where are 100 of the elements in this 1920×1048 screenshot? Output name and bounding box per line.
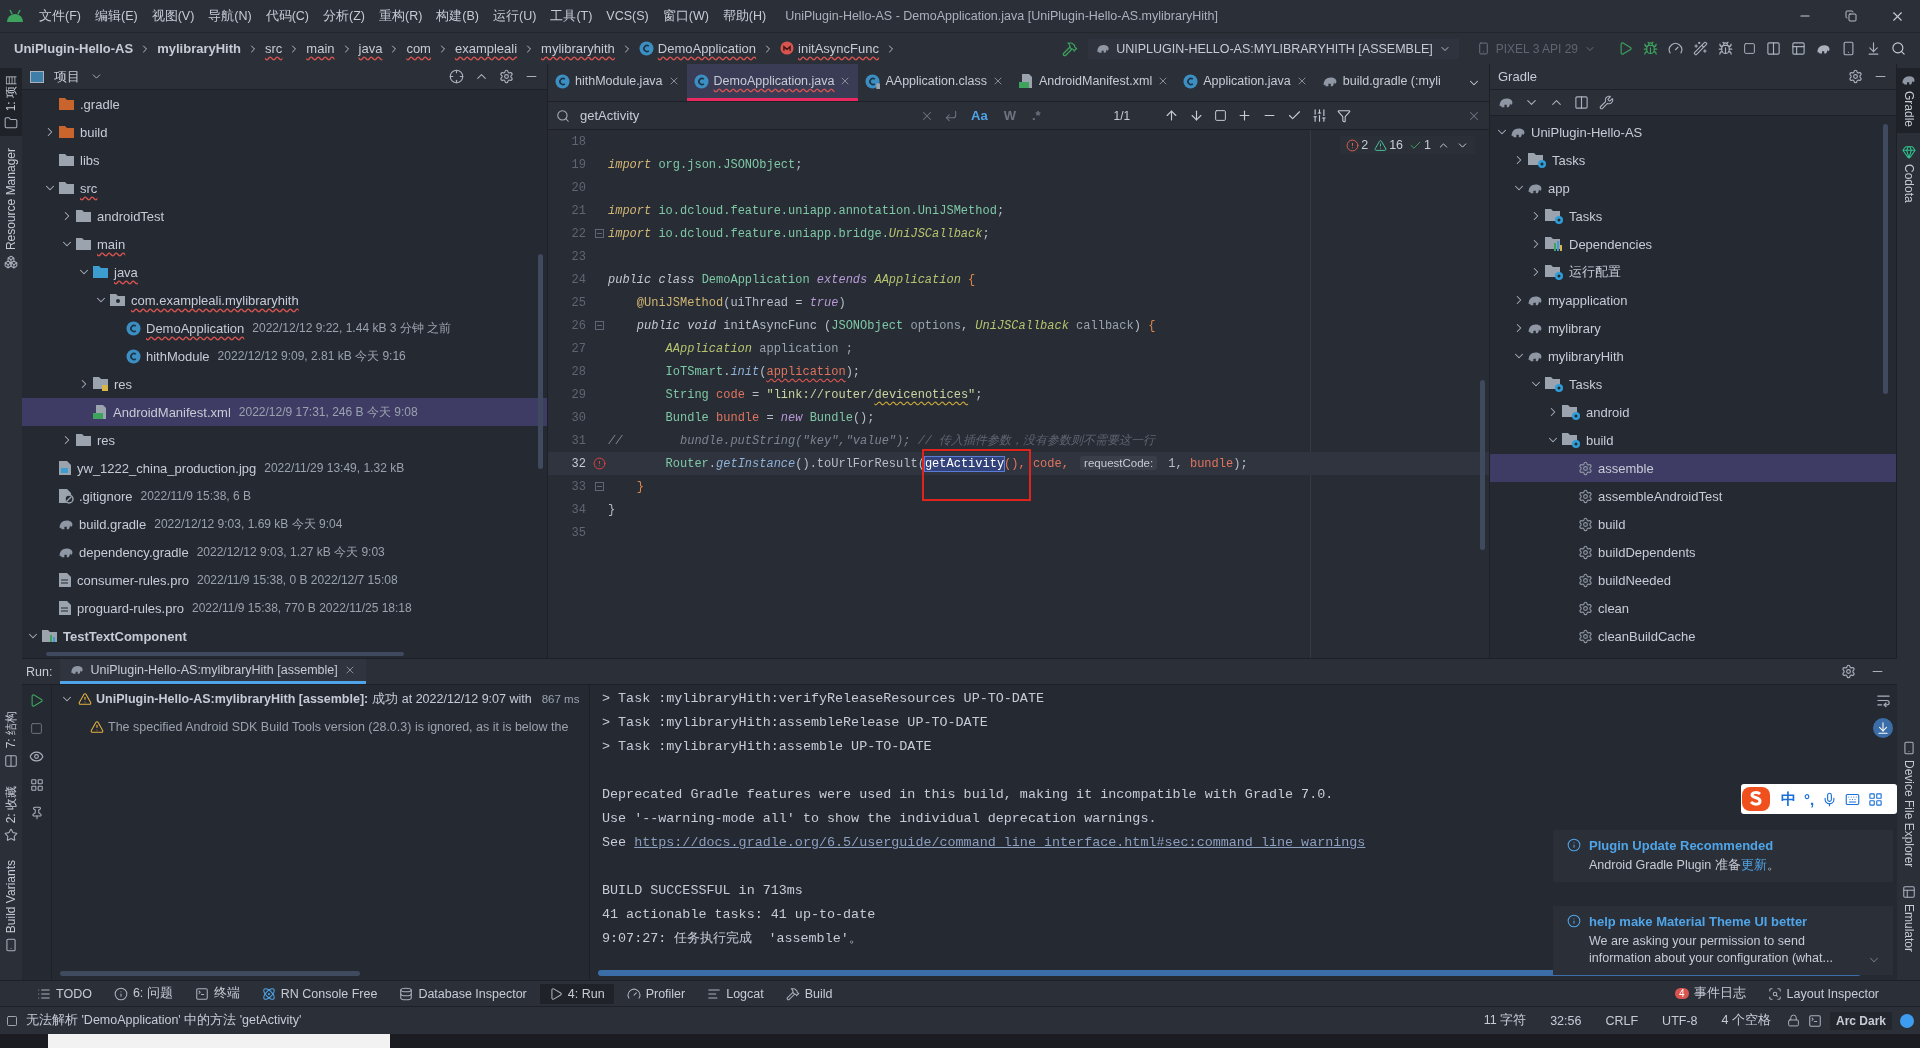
settings-icon[interactable] [499, 69, 514, 84]
tree-row[interactable]: libs [22, 146, 547, 174]
lock-icon[interactable] [1786, 1014, 1800, 1027]
menu-item[interactable]: VCS(S) [599, 9, 656, 23]
status-item[interactable]: 11 字符 [1475, 1012, 1535, 1029]
menu-item[interactable]: 帮助(H) [715, 7, 774, 25]
input-mode[interactable]: 中 [1781, 789, 1796, 809]
grid-icon[interactable] [1868, 791, 1884, 807]
link[interactable]: https://docs.gradle.org/6.5/userguide/command_line_interface.html#sec:command_line_warnings [634, 835, 1366, 850]
breadcrumb-item[interactable]: mylibraryhith [541, 36, 615, 61]
locate-icon[interactable] [449, 69, 464, 84]
tree-row[interactable]: res [22, 426, 547, 454]
tool-window-button[interactable]: 2: 收藏 [0, 779, 22, 848]
tree-row[interactable]: Dependencies [1490, 230, 1896, 258]
menu-item[interactable]: 文件(F) [32, 7, 88, 25]
soft-wrap-icon[interactable] [1875, 693, 1891, 708]
tree-row[interactable]: dependency.gradle 2022/12/12 9:03, 1.27 kB 今天 9:03 [22, 538, 547, 566]
tool-window-button[interactable]: Device File Explorer [1897, 734, 1920, 873]
restore-icon[interactable] [1845, 10, 1857, 22]
tree-row[interactable]: java [22, 258, 547, 286]
menu-item[interactable]: 编辑(E) [87, 7, 145, 25]
tool-window-button[interactable]: RN Console Free [252, 983, 387, 1004]
tree-row[interactable]: build [22, 118, 547, 146]
tool-window-button[interactable]: 1: 项目 [0, 68, 22, 137]
tree-row[interactable]: src [22, 174, 547, 202]
breadcrumb-item[interactable]: com [406, 36, 431, 61]
scrollbar[interactable] [538, 254, 543, 469]
editor-tab[interactable]: build.gradle (:myli [1314, 64, 1448, 101]
breadcrumb-item[interactable]: mylibraryHith [157, 36, 241, 61]
run-icon[interactable] [1618, 41, 1633, 56]
status-item[interactable]: 32:56 [1542, 1013, 1590, 1028]
punctuation-mode[interactable]: °, [1804, 790, 1815, 808]
terminal-icon[interactable] [1807, 1013, 1822, 1028]
tool-window-button[interactable]: 6: 问题 [104, 982, 182, 1005]
tree-row[interactable]: hithModule 2022/12/12 9:09, 2.81 kB 今天 9:16 [22, 342, 547, 370]
tree-row[interactable]: UniPlugin-Hello-AS [1490, 118, 1896, 146]
status-item[interactable]: UTF-8 [1654, 1013, 1706, 1028]
tree-row[interactable]: AndroidManifest.xml 2022/12/9 17:31, 246 B 今天 9:08 [22, 398, 547, 426]
wrench-icon[interactable] [1599, 95, 1614, 110]
editor-tab[interactable]: AndroidManifest.xml [1010, 64, 1177, 101]
run-tree-row[interactable]: UniPlugin-Hello-AS:mylibraryHith [assemble]: 成功 at 2022/12/12 9:07 with 867 ms [52, 685, 589, 713]
tree-row[interactable]: com.exampleali.mylibraryhith [22, 286, 547, 314]
editor-tab[interactable]: DemoApplication.java [686, 64, 859, 101]
tree-row[interactable]: Tasks [1490, 202, 1896, 230]
breadcrumb-item[interactable]: exampleali [454, 36, 518, 61]
breadcrumb-item[interactable]: UniPlugin-Hello-AS [14, 36, 134, 61]
tool-window-button[interactable]: 4 事件日志 [1666, 982, 1755, 1005]
tool-window-button[interactable]: Logcat [698, 983, 773, 1004]
debug-icon[interactable] [1643, 41, 1658, 56]
menu-item[interactable]: 运行(U) [486, 7, 544, 25]
editor-tab[interactable]: AApplication.class [858, 64, 1011, 101]
tree-row[interactable]: Tasks [1490, 146, 1896, 174]
search-field[interactable]: getActivity [580, 108, 910, 123]
previous-match-icon[interactable] [1164, 108, 1180, 123]
stop-icon[interactable] [30, 722, 43, 735]
eye-icon[interactable] [29, 749, 44, 764]
tree-row[interactable]: res [22, 370, 547, 398]
editor-tab[interactable]: Application.java [1176, 64, 1315, 101]
settings-icon[interactable] [1841, 664, 1856, 679]
tree-row[interactable]: clean [1490, 594, 1896, 622]
run-configuration-dropdown[interactable]: UNIPLUGIN-HELLO-AS:MYLIBRARYHITH [ASSEMBLE] [1088, 38, 1459, 59]
search-icon[interactable] [1891, 41, 1906, 56]
scrollbar[interactable] [60, 971, 360, 976]
scroll-to-end-icon[interactable] [1876, 721, 1890, 735]
fold-icon[interactable] [594, 321, 604, 330]
tool-window-button[interactable]: Build [776, 983, 842, 1004]
scrollbar[interactable] [1883, 124, 1888, 394]
menu-item[interactable]: 视图(V) [144, 7, 202, 25]
settings-icon[interactable] [1848, 69, 1863, 84]
inspection-widget[interactable]: 2 16 1 [1340, 136, 1475, 154]
tree-row[interactable]: .gitignore 2022/11/9 15:38, 6 B [22, 482, 547, 510]
run-tree-row[interactable]: The specified Android SDK Build Tools version (28.0.3) is ignored, as it is below the [52, 713, 589, 741]
tree-row[interactable]: mylibrary [1490, 314, 1896, 342]
scrollbar[interactable] [46, 652, 404, 656]
next-match-icon[interactable] [1189, 108, 1205, 123]
menu-item[interactable]: 分析(Z) [316, 7, 372, 25]
tree-row[interactable]: myapplication [1490, 286, 1896, 314]
attach-debugger-icon[interactable] [1718, 41, 1733, 56]
profile-icon[interactable] [1668, 41, 1683, 56]
tree-row[interactable]: 运行配置 [1490, 258, 1896, 286]
fold-icon[interactable] [594, 482, 604, 491]
tree-row[interactable]: androidTest [22, 202, 547, 230]
layout-icon[interactable] [29, 778, 44, 792]
editor-tab[interactable]: hithModule.java [548, 64, 687, 101]
add-selection-icon[interactable] [1237, 108, 1253, 123]
tree-row[interactable]: yw_1222_china_production.jpg 2022/11/29 13:49, 1.32 kB [22, 454, 547, 482]
tool-window-button[interactable]: Codota [1897, 139, 1920, 209]
tool-window-button[interactable]: Resource Manager [0, 142, 22, 276]
tool-window-button[interactable]: 4: Run [539, 983, 614, 1004]
tree-row[interactable]: android [1490, 398, 1896, 426]
pin-icon[interactable] [29, 806, 44, 820]
tree-row[interactable]: proguard-rules.pro 2022/11/9 15:38, 770 B 2022/11/25 18:18 [22, 594, 547, 622]
tree-row[interactable]: build [1490, 510, 1896, 538]
search-option-toggle[interactable]: Aa [968, 108, 991, 123]
tree-row[interactable]: .gradle [22, 90, 547, 118]
hammer-icon[interactable] [1062, 40, 1079, 57]
tool-window-button[interactable]: TODO [28, 983, 101, 1004]
link[interactable]: 更新 [1740, 858, 1767, 872]
breadcrumb-item[interactable]: initAsyncFunc [780, 36, 879, 61]
status-item[interactable]: 4 个空格 [1713, 1012, 1779, 1029]
